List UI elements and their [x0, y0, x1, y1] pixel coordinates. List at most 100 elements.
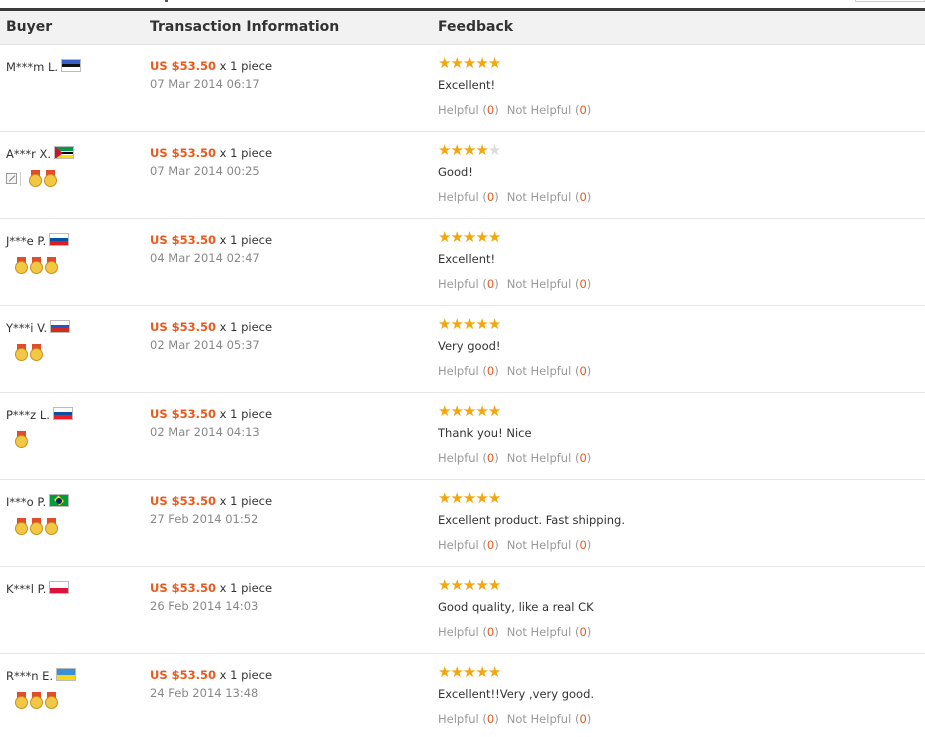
not-helpful-count: 0 [579, 190, 587, 204]
buyer-level-medal-icon [15, 431, 28, 448]
buyer-level-medal-icon [30, 257, 43, 274]
star-icon: ★ [450, 663, 463, 681]
buyer-name: K***l P. [6, 582, 47, 596]
buyer-name: R***n E. [6, 669, 54, 683]
not-helpful-count: 0 [579, 538, 587, 552]
buyer-level-medal-icon [15, 692, 28, 709]
star-icon: ★ [438, 663, 451, 681]
helpful-count: 0 [486, 538, 495, 552]
helpfulness-votes: Helpful (0) Not Helpful (0) [438, 625, 591, 639]
order-price: US $53.50 [150, 668, 217, 682]
feedback-comment: Excellent!!Very ,very good. [438, 687, 595, 701]
buyer-level-medal-icon [45, 518, 58, 535]
top-right-tab[interactable] [855, 0, 925, 2]
not-helpful-link[interactable]: Not Helpful (0) [507, 538, 592, 552]
star-icon: ★ [487, 315, 501, 333]
order-price-line: US $53.50 x 1 piece [150, 494, 272, 508]
helpful-count: 0 [486, 190, 495, 204]
column-header-feedback: Feedback [438, 19, 514, 35]
not-helpful-link[interactable]: Not Helpful (0) [507, 625, 592, 639]
helpful-count: 0 [486, 625, 495, 639]
helpful-link[interactable]: Helpful (0) [438, 625, 499, 639]
star-icon: ★ [487, 402, 501, 420]
buyer-level-medal-icon [44, 170, 57, 187]
star-icon: ★ [450, 576, 463, 594]
buyer-badges [15, 344, 45, 362]
order-date: 04 Mar 2014 02:47 [150, 251, 260, 265]
not-helpful-link[interactable]: Not Helpful (0) [507, 712, 592, 726]
feedback-comment: Very good! [438, 339, 501, 353]
top-strip [0, 0, 925, 8]
not-helpful-count: 0 [579, 103, 587, 117]
star-icon: ★ [438, 402, 451, 420]
feedback-row: A***r X. US $53.50 x 1 piece 07 Mar 2014 0… [0, 132, 925, 219]
star-icon: ★ [487, 663, 501, 681]
buyer-name: I***o P. [6, 495, 47, 509]
order-date: 24 Feb 2014 13:48 [150, 686, 259, 700]
star-icon: ★ [450, 228, 463, 246]
helpful-link[interactable]: Helpful (0) [438, 190, 499, 204]
helpful-count: 0 [486, 277, 495, 291]
order-price-line: US $53.50 x 1 piece [150, 668, 272, 682]
helpful-count: 0 [486, 364, 495, 378]
feedback-comment: Good quality, like a real CK [438, 600, 594, 614]
country-flag-icon [49, 233, 70, 246]
helpful-link[interactable]: Helpful (0) [438, 538, 499, 552]
not-helpful-count: 0 [579, 712, 587, 726]
star-rating: ★★★★★ [438, 54, 501, 72]
not-helpful-link[interactable]: Not Helpful (0) [507, 103, 592, 117]
edit-icon[interactable] [6, 173, 17, 184]
order-price: US $53.50 [150, 320, 217, 334]
order-price-line: US $53.50 x 1 piece [150, 320, 272, 334]
helpful-link[interactable]: Helpful (0) [438, 364, 499, 378]
order-date: 02 Mar 2014 05:37 [150, 338, 260, 352]
country-flag-icon [52, 407, 73, 420]
not-helpful-link[interactable]: Not Helpful (0) [507, 364, 592, 378]
not-helpful-count: 0 [579, 277, 587, 291]
helpfulness-votes: Helpful (0) Not Helpful (0) [438, 277, 591, 291]
helpfulness-votes: Helpful (0) Not Helpful (0) [438, 364, 591, 378]
order-date: 07 Mar 2014 06:17 [150, 77, 260, 91]
country-flag-icon [49, 494, 70, 507]
order-date: 27 Feb 2014 01:52 [150, 512, 259, 526]
country-flag-icon [50, 320, 71, 333]
star-icon: ★ [438, 489, 451, 507]
star-icon: ★ [462, 54, 476, 72]
star-icon: ★ [475, 54, 488, 72]
not-helpful-link[interactable]: Not Helpful (0) [507, 277, 592, 291]
star-rating: ★★★★★ [438, 315, 501, 333]
order-quantity: x 1 piece [216, 407, 273, 421]
separator [20, 172, 21, 186]
not-helpful-link[interactable]: Not Helpful (0) [507, 451, 592, 465]
star-rating: ★★★★★ [438, 663, 501, 681]
feedback-row: P***z L. US $53.50 x 1 piece 02 Mar 2014 0… [0, 393, 925, 480]
order-date: 26 Feb 2014 14:03 [150, 599, 259, 613]
buyer-badges [15, 518, 60, 536]
buyer-name: J***e P. [6, 234, 47, 248]
feedback-comment: Excellent! [438, 78, 496, 92]
feedback-comment: Thank you! Nice [438, 426, 532, 440]
star-icon: ★ [487, 228, 501, 246]
buyer-badges [15, 431, 30, 449]
helpfulness-votes: Helpful (0) Not Helpful (0) [438, 103, 591, 117]
star-icon: ★ [438, 315, 451, 333]
helpful-link[interactable]: Helpful (0) [438, 712, 499, 726]
star-icon: ★ [475, 228, 488, 246]
country-flag-icon [56, 668, 77, 681]
not-helpful-link[interactable]: Not Helpful (0) [507, 190, 592, 204]
helpfulness-votes: Helpful (0) Not Helpful (0) [438, 538, 591, 552]
helpful-link[interactable]: Helpful (0) [438, 103, 499, 117]
order-date: 02 Mar 2014 04:13 [150, 425, 260, 439]
country-flag-icon [61, 59, 82, 72]
star-rating: ★★★★★ [438, 141, 501, 159]
star-icon: ★ [487, 489, 501, 507]
feedback-comment: Excellent product. Fast shipping. [438, 513, 626, 527]
feedback-row: R***n E. US $53.50 x 1 piece 24 Feb 2014 1… [0, 654, 925, 737]
feedback-row: M***m L. US $53.50 x 1 piece 07 Mar 2014 0… [0, 45, 925, 132]
star-icon: ★ [450, 141, 463, 159]
star-icon: ★ [475, 576, 488, 594]
order-quantity: x 1 piece [216, 494, 273, 508]
helpful-link[interactable]: Helpful (0) [438, 277, 499, 291]
order-price-line: US $53.50 x 1 piece [150, 233, 272, 247]
helpful-link[interactable]: Helpful (0) [438, 451, 499, 465]
